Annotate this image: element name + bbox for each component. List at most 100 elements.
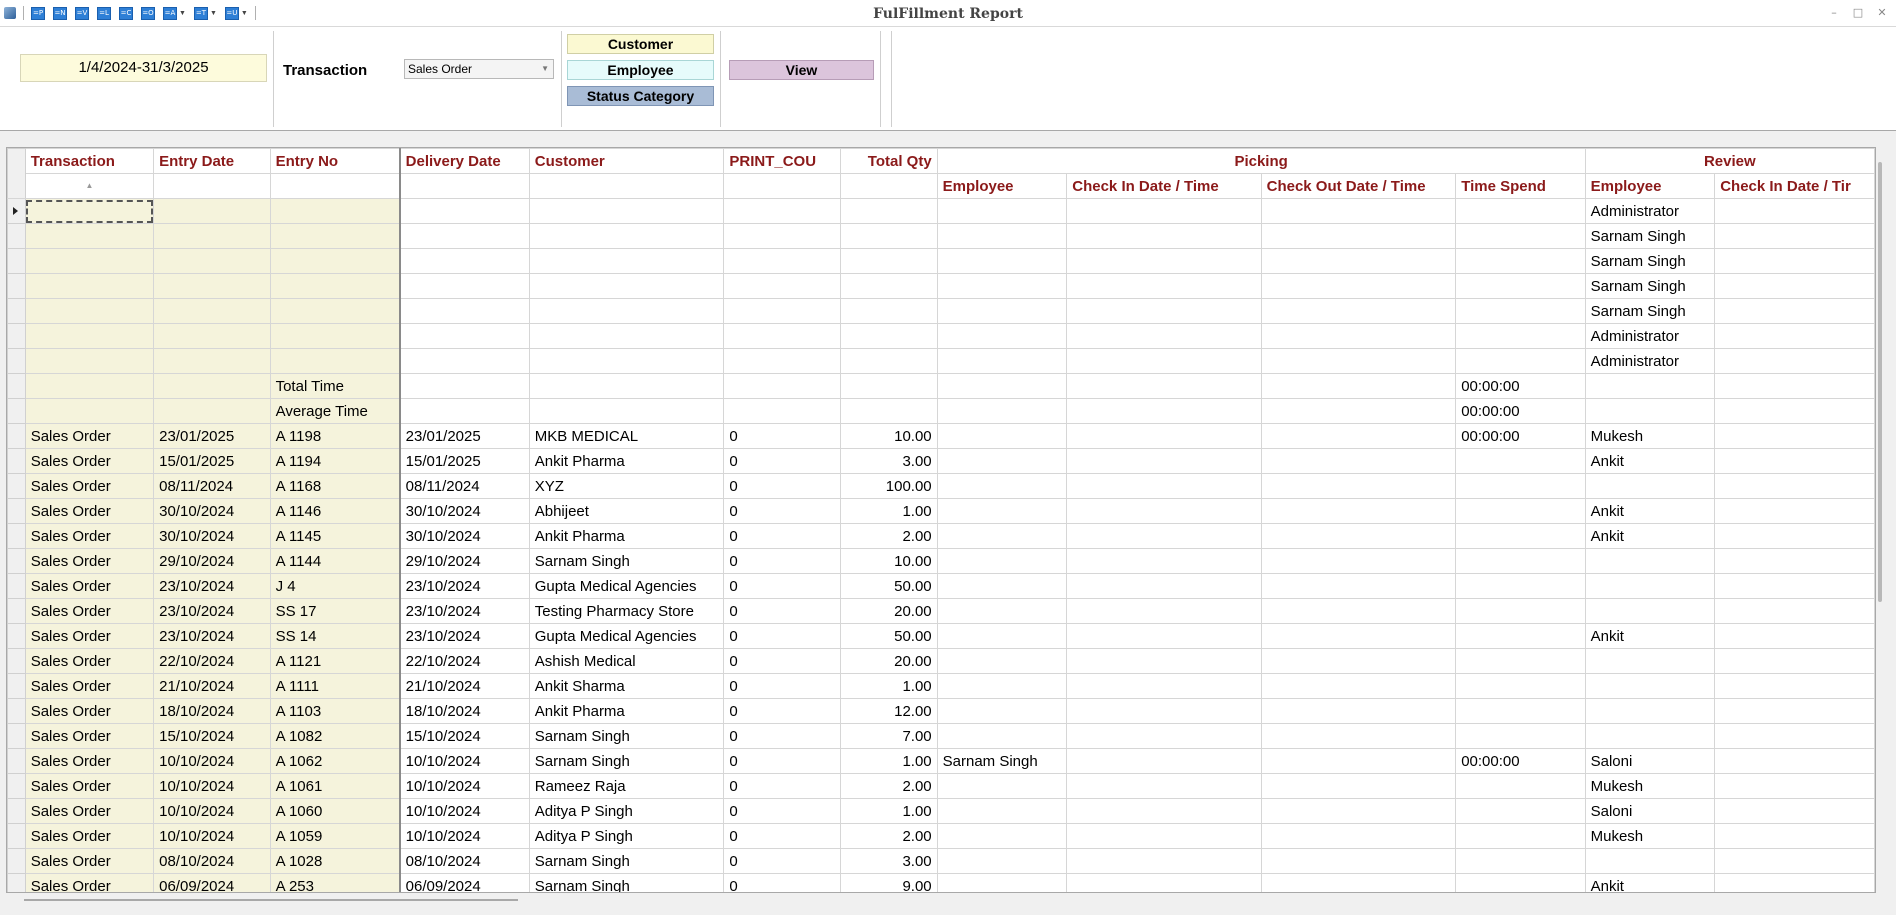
table-row[interactable]: Sales Order 23/10/2024 SS 17 23/10/2024 Test… [7, 598, 1875, 624]
cell-review-check-in[interactable] [1714, 223, 1875, 249]
cell-print-count[interactable]: 0 [723, 698, 842, 724]
cell-print-count[interactable]: 0 [723, 448, 842, 474]
cell-customer[interactable] [528, 223, 725, 249]
cell-customer[interactable] [528, 348, 725, 374]
cell-customer[interactable]: Sarnam Singh [528, 723, 725, 749]
table-row[interactable]: Sales Order 21/10/2024 A 1111 21/10/2024 Ank… [7, 673, 1875, 699]
row-header[interactable] [7, 698, 26, 724]
cell-picking-employee[interactable] [936, 598, 1068, 624]
cell-review-check-in[interactable] [1714, 723, 1875, 749]
cell-review-employee[interactable] [1584, 848, 1716, 874]
cell-review-check-in[interactable] [1714, 773, 1875, 799]
cell-customer[interactable]: Ankit Sharma [528, 673, 725, 699]
vertical-scrollbar[interactable] [1878, 162, 1882, 602]
cell-transaction[interactable]: Sales Order [24, 573, 155, 599]
cell-picking-check-in[interactable] [1066, 248, 1262, 274]
cell-picking-employee[interactable] [936, 373, 1068, 399]
table-row[interactable]: Total Time 00:00:00 [7, 373, 1875, 399]
cell-picking-employee[interactable] [936, 273, 1068, 299]
cell-entry-no[interactable] [269, 273, 401, 299]
cell-review-employee[interactable] [1584, 373, 1716, 399]
cell-delivery-date[interactable] [399, 398, 530, 424]
cell-picking-employee[interactable] [936, 648, 1068, 674]
cell-total-qty[interactable]: 1.00 [840, 498, 938, 524]
cell-picking-employee[interactable] [936, 623, 1068, 649]
row-header[interactable] [7, 423, 26, 449]
table-row[interactable]: Sales Order 22/10/2024 A 1121 22/10/2024 Ash… [7, 648, 1875, 674]
cell-picking-check-in[interactable] [1066, 423, 1262, 449]
table-row[interactable]: Sales Order 10/10/2024 A 1062 10/10/2024 Sar… [7, 748, 1875, 774]
fulfillment-grid[interactable]: Transaction Entry Date Entry No Delivery… [6, 147, 1876, 893]
cell-total-qty[interactable] [840, 373, 938, 399]
cell-entry-no[interactable]: A 1082 [269, 723, 401, 749]
view-button[interactable]: View [729, 60, 874, 80]
cell-review-check-in[interactable] [1714, 648, 1875, 674]
row-header[interactable] [7, 748, 26, 774]
cell-review-employee[interactable] [1584, 573, 1716, 599]
table-row[interactable]: Sarnam Singh [7, 248, 1875, 274]
cell-review-check-in[interactable] [1714, 573, 1875, 599]
cell-customer[interactable]: Abhijeet [528, 498, 725, 524]
cell-picking-check-out[interactable] [1260, 673, 1457, 699]
cell-print-count[interactable] [723, 273, 842, 299]
cell-total-qty[interactable]: 2.00 [840, 823, 938, 849]
cell-picking-check-out[interactable] [1260, 748, 1457, 774]
cell-review-employee[interactable]: Saloni [1584, 798, 1716, 824]
cell-entry-no[interactable]: A 1062 [269, 748, 401, 774]
row-header[interactable] [7, 248, 26, 274]
cell-review-employee[interactable]: Ankit [1584, 498, 1716, 524]
row-header[interactable] [7, 648, 26, 674]
cell-entry-no[interactable]: Average Time [269, 398, 401, 424]
cell-picking-employee[interactable] [936, 823, 1068, 849]
cell-picking-check-out[interactable] [1260, 273, 1457, 299]
cell-picking-check-out[interactable] [1260, 873, 1457, 892]
row-header[interactable] [7, 273, 26, 299]
cell-review-employee[interactable]: Sarnam Singh [1584, 273, 1716, 299]
table-row[interactable]: Sales Order 23/10/2024 J 4 23/10/2024 Gupta … [7, 573, 1875, 599]
cell-picking-employee[interactable] [936, 473, 1068, 499]
cell-delivery-date[interactable]: 08/10/2024 [399, 848, 530, 874]
cell-picking-check-out[interactable] [1260, 348, 1457, 374]
cell-picking-time-spend[interactable] [1455, 323, 1586, 349]
cell-picking-check-in[interactable] [1066, 323, 1262, 349]
cell-total-qty[interactable]: 3.00 [840, 448, 938, 474]
row-header[interactable] [7, 598, 26, 624]
cell-print-count[interactable]: 0 [723, 573, 842, 599]
cell-picking-employee[interactable] [936, 348, 1068, 374]
cell-review-check-in[interactable] [1714, 798, 1875, 824]
row-header[interactable] [7, 873, 26, 892]
column-header-picking-employee[interactable]: Employee [936, 173, 1068, 199]
row-header[interactable] [7, 773, 26, 799]
row-header[interactable] [7, 548, 26, 574]
table-row[interactable]: Sales Order 10/10/2024 A 1060 10/10/2024 Adi… [7, 798, 1875, 824]
cell-entry-date[interactable] [153, 373, 271, 399]
cell-entry-no[interactable]: A 1144 [269, 548, 401, 574]
cell-review-employee[interactable] [1584, 698, 1716, 724]
cell-customer[interactable]: Ankit Pharma [528, 698, 725, 724]
cell-transaction[interactable] [24, 298, 155, 324]
cell-review-check-in[interactable] [1714, 273, 1875, 299]
cell-transaction[interactable]: Sales Order [24, 648, 155, 674]
table-row[interactable]: Sarnam Singh [7, 273, 1875, 299]
cell-transaction[interactable]: Sales Order [24, 673, 155, 699]
cell-customer[interactable] [528, 273, 725, 299]
row-header[interactable] [7, 823, 26, 849]
table-row[interactable]: Sarnam Singh [7, 223, 1875, 249]
cell-total-qty[interactable]: 1.00 [840, 673, 938, 699]
column-header-print-count[interactable]: PRINT_COU [723, 148, 842, 174]
cell-picking-check-out[interactable] [1260, 598, 1457, 624]
cell-customer[interactable] [528, 323, 725, 349]
cell-transaction[interactable] [24, 273, 155, 299]
cell-picking-time-spend[interactable] [1455, 723, 1586, 749]
cell-review-check-in[interactable] [1714, 398, 1875, 424]
cell-picking-check-in[interactable] [1066, 873, 1262, 892]
cell-picking-check-out[interactable] [1260, 573, 1457, 599]
cell-picking-check-out[interactable] [1260, 423, 1457, 449]
cell-review-check-in[interactable] [1714, 748, 1875, 774]
cell-picking-employee[interactable] [936, 248, 1068, 274]
cell-picking-time-spend[interactable] [1455, 823, 1586, 849]
cell-picking-employee[interactable] [936, 548, 1068, 574]
cell-picking-check-out[interactable] [1260, 823, 1457, 849]
cell-review-employee[interactable] [1584, 598, 1716, 624]
cell-picking-check-in[interactable] [1066, 498, 1262, 524]
